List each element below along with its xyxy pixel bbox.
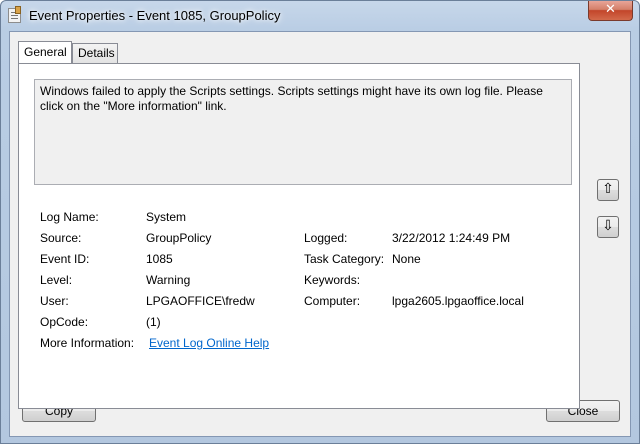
log-name-label: Log Name: [40,210,99,224]
task-category-label: Task Category: [304,252,385,266]
previous-event-button[interactable]: ⇧ [597,179,619,201]
event-log-online-help-link[interactable]: Event Log Online Help [149,336,269,350]
event-id-label: Event ID: [40,252,90,266]
user-value: LPGAOFFICE\fredw [146,294,255,308]
arrow-down-icon: ⇩ [602,218,614,234]
event-viewer-icon [8,6,21,23]
log-name-value: System [146,210,187,224]
tab-label: General [24,45,67,59]
tab-label: Details [78,46,115,60]
dialog-body: General Details Windows failed to apply … [9,31,631,437]
event-description-text: Windows failed to apply the Scripts sett… [40,84,543,113]
logged-value: 3/22/2012 1:24:49 PM [392,231,511,245]
window-close-button[interactable]: ✕ [588,1,633,21]
window-title: Event Properties - Event 1085, GroupPoli… [29,8,281,23]
arrow-up-icon: ⇧ [602,181,614,197]
title-bar[interactable]: Event Properties - Event 1085, GroupPoli… [1,1,639,31]
level-value: Warning [146,273,191,287]
event-properties-window: Event Properties - Event 1085, GroupPoli… [0,0,640,444]
user-label: User: [40,294,69,308]
event-description[interactable]: Windows failed to apply the Scripts sett… [34,79,572,185]
general-tab-panel: Windows failed to apply the Scripts sett… [18,63,580,409]
logged-label: Logged: [304,231,348,245]
opcode-value: (1) [146,315,161,329]
level-label: Level: [40,273,73,287]
event-id-value: 1085 [146,252,173,266]
computer-value: lpga2605.lpgaoffice.local [392,294,524,308]
next-event-button[interactable]: ⇩ [597,216,619,238]
source-value: GroupPolicy [146,231,212,245]
computer-label: Computer: [304,294,361,308]
more-information-label: More Information: [40,336,135,350]
tab-general[interactable]: General [18,41,72,63]
tab-details[interactable]: Details [72,43,118,63]
close-icon: ✕ [605,2,616,17]
opcode-label: OpCode: [40,315,89,329]
keywords-label: Keywords: [304,273,361,287]
task-category-value: None [392,252,421,266]
source-label: Source: [40,231,82,245]
